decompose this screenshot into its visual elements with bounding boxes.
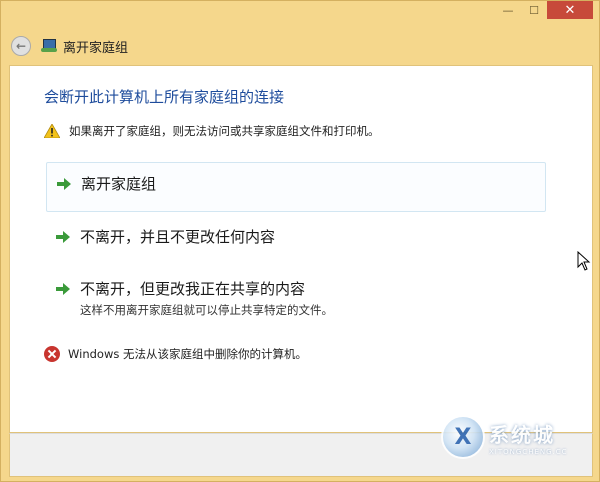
- warning-row: 如果离开了家庭组，则无法访问或共享家庭组文件和打印机。: [44, 123, 380, 139]
- green-arrow-icon: [56, 282, 70, 295]
- mouse-cursor-icon: [577, 251, 591, 271]
- option-sublabel: 这样不用离开家庭组就可以停止共享特定的文件。: [80, 303, 333, 317]
- green-arrow-icon: [56, 230, 70, 243]
- maximize-button[interactable]: ☐: [521, 1, 547, 19]
- back-button[interactable]: ←: [11, 36, 31, 56]
- green-arrow-icon: [57, 177, 71, 190]
- change-sharing-option[interactable]: 不离开，但更改我正在共享的内容 这样不用离开家庭组就可以停止共享特定的文件。: [46, 268, 546, 328]
- warning-icon: [44, 124, 60, 138]
- option-label: 不离开，但更改我正在共享的内容: [80, 280, 306, 298]
- error-text: Windows 无法从该家庭组中删除你的计算机。: [68, 347, 307, 361]
- error-icon: [44, 346, 60, 362]
- nav-row: ← 离开家庭组: [11, 31, 128, 61]
- close-button[interactable]: ✕: [547, 1, 593, 19]
- minimize-button[interactable]: —: [495, 1, 521, 19]
- homegroup-icon: [41, 38, 57, 54]
- caption-buttons: — ☐ ✕: [495, 1, 593, 19]
- watermark: X 系统城 XITONGCHENG.CC: [441, 415, 568, 459]
- dont-leave-option[interactable]: 不离开，并且不更改任何内容: [46, 216, 546, 257]
- back-arrow-icon: ←: [15, 39, 27, 53]
- option-label: 不离开，并且不更改任何内容: [80, 228, 276, 246]
- error-row: Windows 无法从该家庭组中删除你的计算机。: [44, 346, 307, 362]
- watermark-name: 系统城: [489, 422, 555, 447]
- watermark-logo: X: [441, 415, 485, 459]
- window-frame: — ☐ ✕ ← 离开家庭组 会断开此计算机上所有家庭组的连接 如果离开了家庭组，…: [0, 0, 600, 482]
- window-title: 离开家庭组: [63, 40, 129, 56]
- warning-text: 如果离开了家庭组，则无法访问或共享家庭组文件和打印机。: [69, 124, 380, 138]
- leave-homegroup-option[interactable]: 离开家庭组: [46, 162, 546, 212]
- content-panel: 会断开此计算机上所有家庭组的连接 如果离开了家庭组，则无法访问或共享家庭组文件和…: [9, 65, 593, 433]
- page-heading: 会断开此计算机上所有家庭组的连接: [44, 88, 285, 106]
- watermark-url: XITONGCHENG.CC: [489, 447, 568, 456]
- option-label: 离开家庭组: [81, 175, 157, 193]
